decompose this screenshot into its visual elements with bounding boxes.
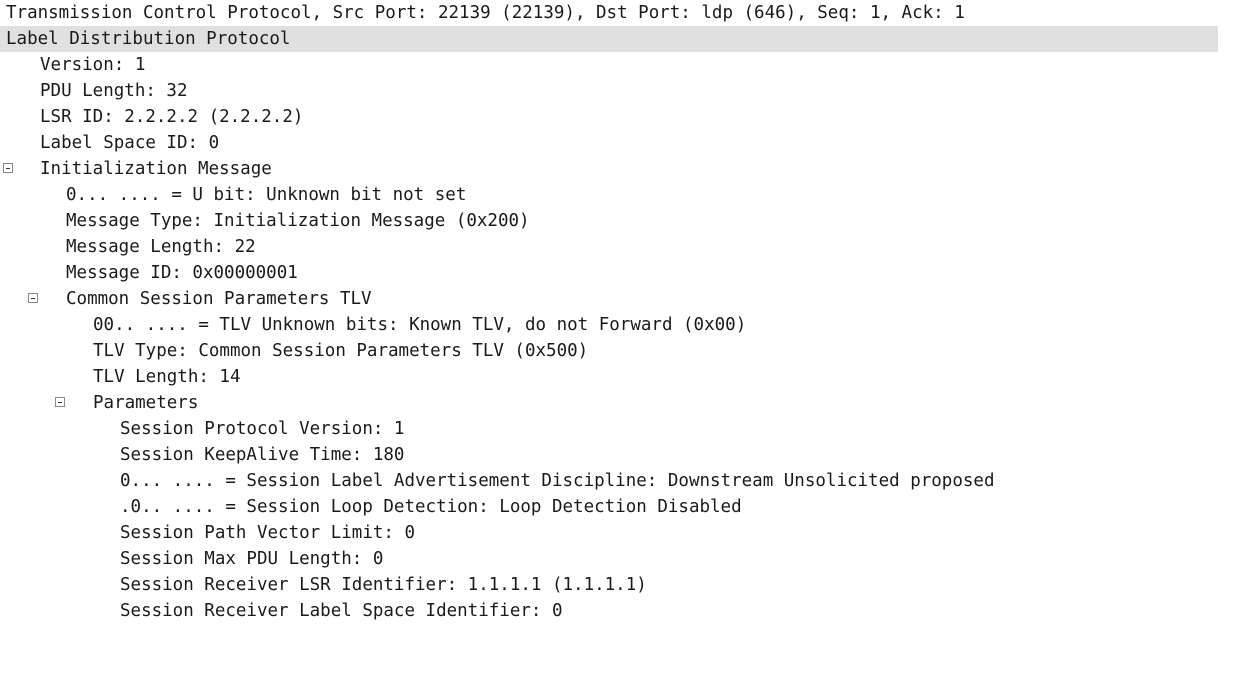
parameter-text: Session Path Vector Limit: 0	[120, 523, 416, 543]
parameter-text: Session KeepAlive Time: 180	[120, 445, 405, 465]
parameter-text: Session Max PDU Length: 0	[120, 549, 384, 569]
tree-row-tlv-unknown-bits[interactable]: 00.. .... = TLV Unknown bits: Known TLV,…	[0, 312, 1218, 338]
tree-row-common-session-tlv[interactable]: Common Session Parameters TLV	[0, 286, 1218, 312]
tree-row-parameter[interactable]: Session Receiver LSR Identifier: 1.1.1.1…	[0, 572, 1218, 598]
common-session-tlv-text: Common Session Parameters TLV	[66, 289, 372, 309]
tree-row-tcp[interactable]: Transmission Control Protocol, Src Port:…	[0, 0, 1218, 26]
parameters-text: Parameters	[93, 393, 199, 413]
collapse-toggle-icon[interactable]	[55, 397, 65, 407]
label-space-id-text: Label Space ID: 0	[40, 133, 220, 153]
ldp-header-text: Label Distribution Protocol	[6, 29, 291, 49]
tlv-unknown-bits-text: 00.. .... = TLV Unknown bits: Known TLV,…	[93, 315, 747, 335]
tree-row-parameter[interactable]: Session Max PDU Length: 0	[0, 546, 1218, 572]
tree-row-lsr-id[interactable]: LSR ID: 2.2.2.2 (2.2.2.2)	[0, 104, 1218, 130]
tree-row-init-message[interactable]: Initialization Message	[0, 156, 1218, 182]
init-message-text: Initialization Message	[40, 159, 272, 179]
tree-row-tlv-type[interactable]: TLV Type: Common Session Parameters TLV …	[0, 338, 1218, 364]
tree-row-u-bit[interactable]: 0... .... = U bit: Unknown bit not set	[0, 182, 1218, 208]
message-type-text: Message Type: Initialization Message (0x…	[66, 211, 530, 231]
parameter-text: 0... .... = Session Label Advertisement …	[120, 471, 995, 491]
u-bit-text: 0... .... = U bit: Unknown bit not set	[66, 185, 467, 205]
version-text: Version: 1	[40, 55, 146, 75]
tree-row-message-length[interactable]: Message Length: 22	[0, 234, 1218, 260]
tree-row-version[interactable]: Version: 1	[0, 52, 1218, 78]
tree-row-pdu-length[interactable]: PDU Length: 32	[0, 78, 1218, 104]
tree-row-ldp-header[interactable]: Label Distribution Protocol	[0, 26, 1218, 52]
tree-row-tlv-length[interactable]: TLV Length: 14	[0, 364, 1218, 390]
parameter-text: .0.. .... = Session Loop Detection: Loop…	[120, 497, 742, 517]
collapse-toggle-icon[interactable]	[3, 163, 13, 173]
tree-row-parameter[interactable]: .0.. .... = Session Loop Detection: Loop…	[0, 494, 1218, 520]
parameter-text: Session Protocol Version: 1	[120, 419, 405, 439]
tlv-type-text: TLV Type: Common Session Parameters TLV …	[93, 341, 589, 361]
pdu-length-text: PDU Length: 32	[40, 81, 188, 101]
collapse-toggle-icon[interactable]	[28, 293, 38, 303]
tree-row-label-space-id[interactable]: Label Space ID: 0	[0, 130, 1218, 156]
parameter-text: Session Receiver Label Space Identifier:…	[120, 601, 563, 621]
tree-row-parameter[interactable]: Session Path Vector Limit: 0	[0, 520, 1218, 546]
message-id-text: Message ID: 0x00000001	[66, 263, 298, 283]
tree-row-parameter[interactable]: Session Receiver Label Space Identifier:…	[0, 598, 1218, 624]
tlv-length-text: TLV Length: 14	[93, 367, 241, 387]
tree-row-parameter[interactable]: Session KeepAlive Time: 180	[0, 442, 1218, 468]
tree-row-parameter[interactable]: Session Protocol Version: 1	[0, 416, 1218, 442]
parameter-text: Session Receiver LSR Identifier: 1.1.1.1…	[120, 575, 647, 595]
tree-row-parameter[interactable]: 0... .... = Session Label Advertisement …	[0, 468, 1218, 494]
message-length-text: Message Length: 22	[66, 237, 256, 257]
tree-row-parameters[interactable]: Parameters	[0, 390, 1218, 416]
tcp-summary-text: Transmission Control Protocol, Src Port:…	[6, 3, 965, 23]
tree-row-message-type[interactable]: Message Type: Initialization Message (0x…	[0, 208, 1218, 234]
tree-row-message-id[interactable]: Message ID: 0x00000001	[0, 260, 1218, 286]
packet-details-tree: Transmission Control Protocol, Src Port:…	[0, 0, 1218, 624]
lsr-id-text: LSR ID: 2.2.2.2 (2.2.2.2)	[40, 107, 304, 127]
